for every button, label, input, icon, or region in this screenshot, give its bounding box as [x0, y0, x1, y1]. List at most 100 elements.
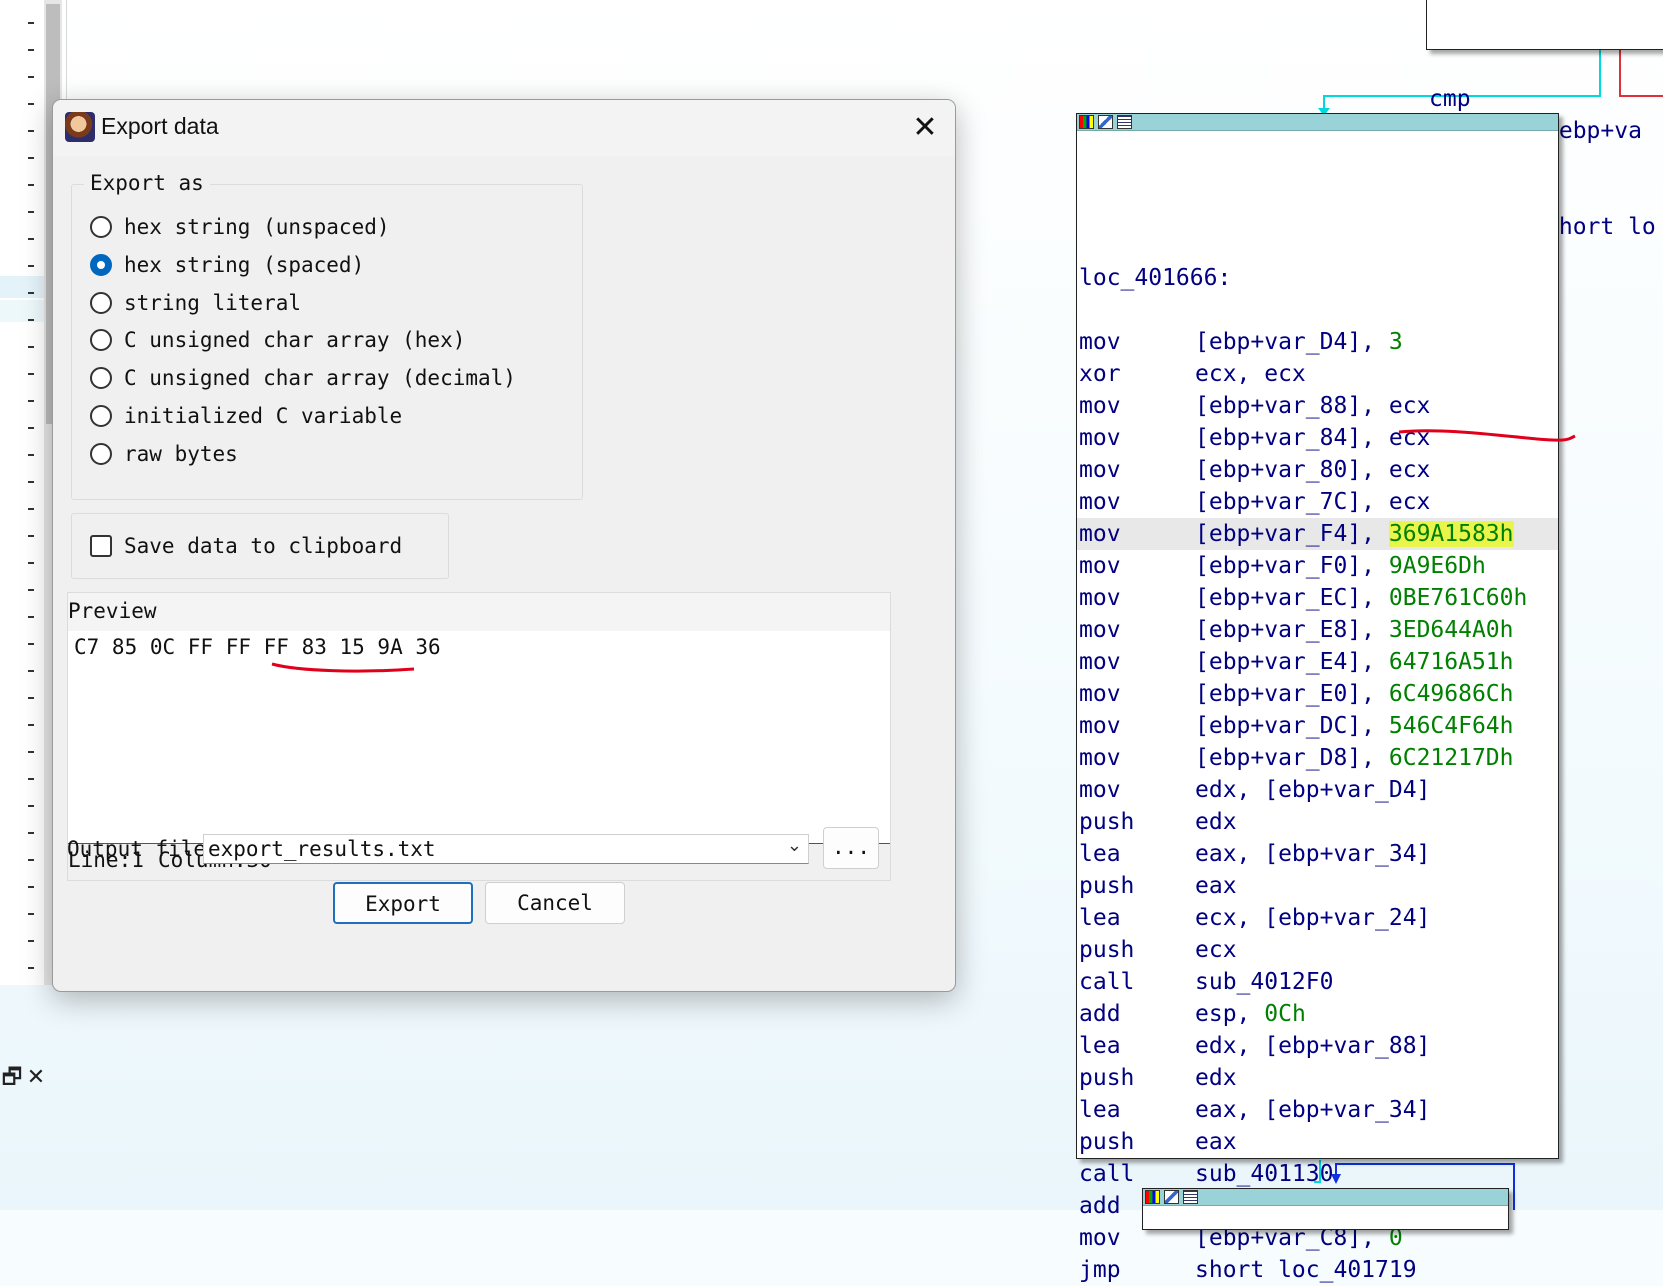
operands: ecx [1195, 934, 1237, 966]
code-line[interactable]: mov [ebp+var_D4], 3 [1077, 326, 1558, 358]
mnemonic: push [1079, 809, 1135, 835]
color-palette-icon[interactable] [1145, 1190, 1160, 1204]
color-palette-icon[interactable] [1079, 115, 1094, 129]
radio-button[interactable] [90, 253, 112, 276]
code-line[interactable]: push eax [1077, 870, 1558, 902]
code-line[interactable]: lea edx, [ebp+var_88] [1077, 1030, 1558, 1062]
operand-text: sub_401130 [1195, 1161, 1334, 1187]
radio-button[interactable] [90, 291, 112, 314]
immediate-value[interactable]: 369A1583h [1388, 521, 1514, 547]
code-line[interactable]: lea eax, [ebp+var_34] [1077, 838, 1558, 870]
immediate-value[interactable]: 0Ch [1264, 1001, 1306, 1027]
output-file-value: export_results.txt [208, 837, 436, 861]
close-window-icon[interactable]: ✕ [24, 1065, 48, 1090]
operands: eax, [ebp+var_34] [1195, 838, 1430, 870]
dialog-titlebar[interactable]: Export data ✕ [53, 100, 955, 156]
export-format-option[interactable]: hex string (spaced) [90, 249, 364, 281]
radio-button[interactable] [90, 367, 112, 390]
code-line[interactable]: push eax [1077, 1126, 1558, 1158]
block-list-icon[interactable] [1117, 115, 1132, 129]
radio-button[interactable] [90, 405, 112, 427]
immediate-value[interactable]: 0BE761C60h [1389, 585, 1527, 611]
immediate-value[interactable]: 6C21217Dh [1389, 745, 1514, 771]
code-line[interactable]: mov [ebp+var_80], ecx [1077, 454, 1558, 486]
output-file-label: Output file [67, 837, 207, 861]
code-line[interactable]: add esp, 0Ch [1077, 998, 1558, 1030]
immediate-value[interactable]: 6C49686Ch [1389, 681, 1514, 707]
close-icon[interactable]: ✕ [905, 108, 945, 148]
export-format-option[interactable]: string literal [90, 287, 301, 319]
code-label[interactable]: loc_401666: [1077, 230, 1558, 291]
code-line[interactable]: lea ecx, [ebp+var_24] [1077, 902, 1558, 934]
dialog-title: Export data [101, 113, 219, 139]
operand-text: [ebp+var_E0], [1195, 681, 1389, 707]
code-line[interactable]: mov [ebp+var_E0], 6C49686Ch [1077, 678, 1558, 710]
code-line[interactable]: call sub_4012F0 [1077, 966, 1558, 998]
code-line[interactable]: lea eax, [ebp+var_34] [1077, 1094, 1558, 1126]
mnemonic: lea [1079, 1033, 1121, 1059]
export-button[interactable]: Export [333, 882, 473, 924]
export-format-option[interactable]: raw bytes [90, 438, 238, 470]
operand-text: [ebp+var_D8], [1195, 745, 1389, 771]
browse-button[interactable]: ... [823, 827, 879, 869]
export-format-option[interactable]: initialized C variable [90, 400, 402, 432]
code-line[interactable]: call sub_401130 [1077, 1158, 1558, 1190]
export-format-label: initialized C variable [124, 404, 403, 428]
code-line[interactable]: mov [ebp+var_88], ecx [1077, 390, 1558, 422]
operand-text: edx [1195, 809, 1237, 835]
mnemonic: push [1079, 1065, 1135, 1091]
mnemonic: call [1079, 1161, 1135, 1187]
code-line[interactable]: mov [ebp+var_E8], 3ED644A0h [1077, 614, 1558, 646]
code-line[interactable]: push ecx [1077, 934, 1558, 966]
code-line[interactable]: mov [ebp+var_EC], 0BE761C60h [1077, 582, 1558, 614]
operands: sub_4012F0 [1195, 966, 1333, 998]
immediate-value[interactable]: 64716A51h [1389, 649, 1514, 675]
code-line[interactable]: push edx [1077, 806, 1558, 838]
code-line[interactable]: mov [ebp+var_F0], 9A9E6Dh [1077, 550, 1558, 582]
preview-textarea[interactable]: C7 85 0C FF FF FF 83 15 9A 36 [68, 631, 890, 845]
code-line[interactable]: jmp short loc_401719 [1077, 1254, 1558, 1286]
export-format-option[interactable]: hex string (unspaced) [90, 211, 390, 243]
export-format-option[interactable]: C unsigned char array (decimal) [90, 362, 516, 394]
mnemonic: call [1079, 969, 1135, 995]
operand-text: eax, [ebp+var_34] [1195, 841, 1431, 867]
mnemonic: mov [1079, 649, 1121, 675]
edit-icon[interactable] [1098, 115, 1113, 129]
code-line[interactable]: mov [ebp+var_DC], 546C4F64h [1077, 710, 1558, 742]
immediate-value[interactable]: 9A9E6Dh [1389, 553, 1486, 579]
checkbox-box[interactable] [90, 535, 112, 557]
radio-button[interactable] [90, 329, 112, 352]
code-block-top[interactable]: cmp [ebp+va jge short lo [1426, 0, 1663, 240]
code-line[interactable]: mov [ebp+var_E4], 64716A51h [1077, 646, 1558, 678]
cancel-button[interactable]: Cancel [485, 882, 625, 924]
code-line[interactable]: mov [ebp+var_D8], 6C21217Dh [1077, 742, 1558, 774]
operands: [ebp+var_E0], 6C49686Ch [1195, 678, 1514, 710]
edit-icon[interactable] [1164, 1190, 1179, 1204]
immediate-value[interactable]: 3ED644A0h [1389, 617, 1514, 643]
code-block-bottom[interactable] [1142, 1188, 1509, 1230]
immediate-value[interactable]: 546C4F64h [1389, 713, 1514, 739]
save-to-clipboard-checkbox[interactable]: Save data to clipboard [90, 530, 402, 562]
radio-button[interactable] [90, 216, 112, 238]
code-line[interactable]: push edx [1077, 1062, 1558, 1094]
restore-icon[interactable]: 🗗 [0, 1060, 24, 1098]
operands: sub_401130 [1195, 1158, 1333, 1190]
mnemonic: lea [1079, 1097, 1121, 1123]
operand-text: short loc_401719 [1195, 1257, 1417, 1283]
chevron-down-icon[interactable]: ⌄ [787, 835, 802, 856]
code-line[interactable]: mov [ebp+var_F4], 369A1583h [1077, 518, 1558, 550]
operand-text: [ebp+var_DC], [1195, 713, 1389, 739]
code-line[interactable]: cmp [ebp+va [1427, 51, 1642, 144]
code-block-loc-401666[interactable]: loc_401666: mov [ebp+var_D4], 3 xor ecx, ec… [1076, 113, 1576, 1283]
preview-panel: Preview C7 85 0C FF FF FF 83 15 9A 36 [67, 592, 891, 846]
code-line[interactable]: xor ecx, ecx [1077, 358, 1558, 390]
operands: edx [1195, 806, 1237, 838]
output-file-combobox[interactable]: export_results.txt ⌄ [203, 834, 809, 864]
operand-text: [ebp+var_EC], [1195, 585, 1389, 611]
code-line[interactable]: mov edx, [ebp+var_D4] [1077, 774, 1558, 806]
block-list-icon[interactable] [1183, 1190, 1198, 1204]
immediate-value[interactable]: 3 [1389, 329, 1403, 355]
radio-button[interactable] [90, 442, 112, 465]
export-format-option[interactable]: C unsigned char array (hex) [90, 324, 465, 356]
code-line[interactable]: mov [ebp+var_7C], ecx [1077, 486, 1558, 518]
